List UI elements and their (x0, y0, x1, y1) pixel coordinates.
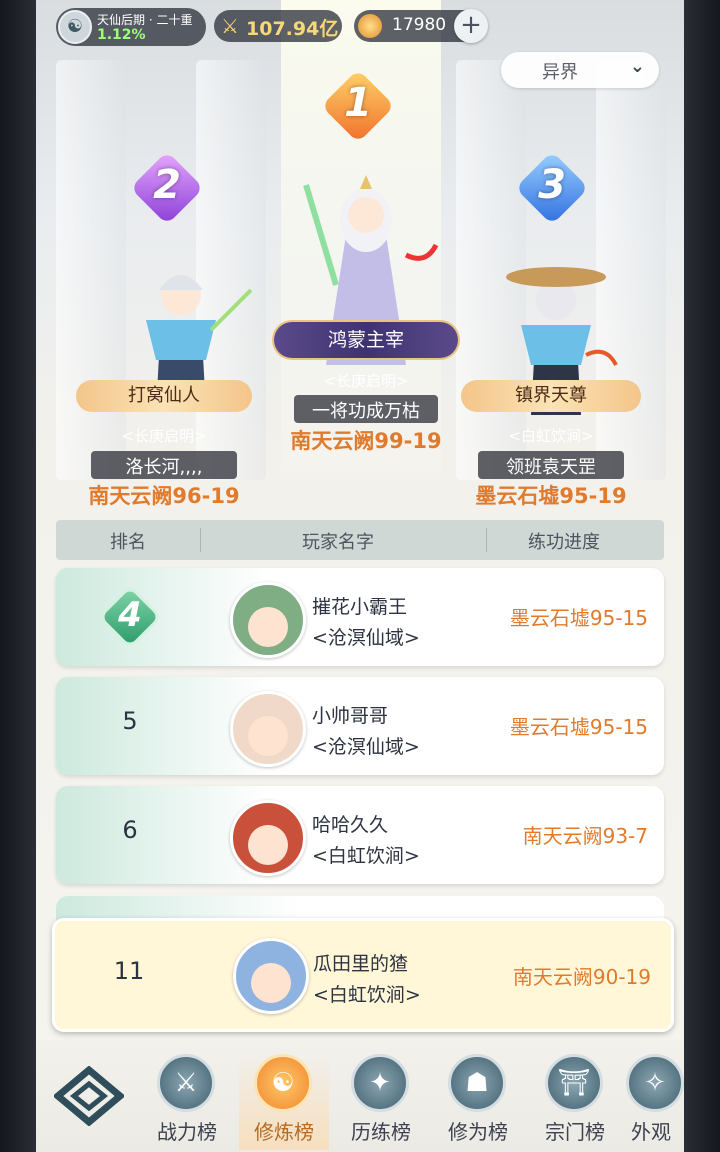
table-header: 排名 玩家名字 练功进度 (56, 520, 664, 560)
podium-2-name: 洛长河,,,, (125, 457, 203, 478)
player-progress: 墨云石墟95-15 (509, 606, 648, 630)
player-name: 摧花小霸王 (312, 596, 408, 618)
column-player: 玩家名字 (302, 532, 374, 553)
leaderboard-screen: ☯ 天仙后期 · 二十重 1.12% ⚔ 107.94亿 17980 + 异界 … (36, 0, 684, 1152)
column-rank: 排名 (110, 532, 146, 553)
podium-2-progress: 南天云阙96-19 (88, 484, 240, 508)
yin-yang-icon: ☯ (254, 1054, 312, 1112)
spirit-coin-icon (358, 14, 382, 38)
rank-badge-2: 2 (130, 151, 204, 225)
player-sect: <沧溟仙域> (312, 736, 420, 758)
player-progress: 南天云阙93-7 (522, 824, 648, 848)
crossed-swords-icon: ⚔ (157, 1054, 215, 1112)
combat-power: ⚔ 107.94亿 (214, 10, 342, 42)
currency-value: 17980 (392, 15, 447, 35)
podium-1-name: 一将功成万枯 (312, 401, 420, 422)
my-rank-row[interactable]: 11 瓜田里的猹 <白虹饮涧> 南天云阙90-19 (52, 918, 674, 1032)
tab-realm-ranking[interactable]: ☗ 修为榜 (433, 1054, 523, 1150)
top-bar: ☯ 天仙后期 · 二十重 1.12% ⚔ 107.94亿 17980 + (36, 0, 684, 52)
world-dropdown-label: 异界 (542, 62, 578, 83)
player-name: 瓜田里的猹 (313, 953, 409, 975)
realm-status[interactable]: ☯ 天仙后期 · 二十重 1.12% (56, 8, 206, 46)
world-dropdown[interactable]: 异界 ⌄ (501, 52, 659, 88)
podium-1-sect: <长庚启明> (323, 372, 409, 390)
rank-badge-1: 1 (321, 69, 395, 143)
chevron-down-icon: ⌄ (629, 56, 645, 77)
gate-icon: ⛩ (545, 1054, 603, 1112)
table-row[interactable]: 4 摧花小霸王 <沧溟仙域> 墨云石墟95-15 (56, 568, 664, 666)
player-sect: <沧溟仙域> (312, 627, 420, 649)
podium-1-title: 鸿蒙主宰 (274, 322, 458, 358)
add-currency-button[interactable]: + (454, 9, 488, 43)
rank-number: 5 (122, 707, 138, 735)
podium-2-title: 打窝仙人 (76, 380, 252, 412)
sage-hat-icon: ☗ (448, 1054, 506, 1112)
player-name: 哈哈久久 (312, 814, 389, 836)
avatar[interactable] (230, 691, 306, 767)
table-row[interactable]: 6 哈哈久久 <白虹饮涧> 南天云阙93-7 (56, 786, 664, 884)
table-row[interactable]: 5 小帅哥哥 <沧溟仙域> 墨云石墟95-15 (56, 677, 664, 775)
tab-training-ranking[interactable]: ✦ 历练榜 (336, 1054, 426, 1150)
rank-badge-4: 4 (100, 587, 160, 647)
player-sect: <白虹饮涧> (313, 984, 421, 1006)
podium-2-sect: <长庚启明> (121, 427, 207, 445)
realm-percent: 1.12% (97, 27, 146, 43)
tab-sect-ranking[interactable]: ⛩ 宗门榜 (530, 1054, 620, 1150)
avatar[interactable] (230, 800, 306, 876)
column-progress: 练功进度 (528, 532, 600, 553)
rank-number: 11 (113, 957, 145, 985)
diamond-logo-icon[interactable] (52, 1065, 126, 1127)
rank-number: 6 (122, 816, 138, 844)
rank-badge-3: 3 (515, 151, 589, 225)
player-progress: 墨云石墟95-15 (509, 715, 648, 739)
player-name: 小帅哥哥 (312, 705, 389, 727)
player-avatar-icon: ☯ (58, 10, 92, 44)
tab-appearance-ranking[interactable]: ✧ 外观 (621, 1054, 684, 1150)
crossed-swords-icon: ⚔ (221, 14, 239, 38)
left-frame (0, 0, 36, 1152)
realm-name: 天仙后期 · 二十重 (97, 13, 193, 27)
robe-icon: ✧ (626, 1054, 684, 1112)
currency: 17980 + (354, 9, 488, 43)
right-frame (684, 0, 720, 1152)
podium-3-name: 领班袁天罡 (506, 457, 596, 478)
podium-3-progress: 墨云石墟95-19 (475, 484, 627, 508)
podium-3-title: 镇界天尊 (461, 380, 641, 412)
bottom-nav: ⚔ 战力榜 ☯ 修炼榜 ✦ 历练榜 ☗ 修为榜 ⛩ 宗门榜 ✧ 外观 (36, 1040, 684, 1152)
avatar[interactable] (233, 938, 309, 1014)
player-progress: 南天云阙90-19 (512, 965, 651, 989)
compass-star-icon: ✦ (351, 1054, 409, 1112)
combat-power-value: 107.94亿 (246, 18, 339, 40)
podium-3-sect: <白虹饮涧> (508, 427, 594, 445)
avatar[interactable] (230, 582, 306, 658)
player-sect: <白虹饮涧> (312, 845, 420, 867)
podium-1-progress: 南天云阙99-19 (290, 429, 442, 453)
tab-cultivation-ranking[interactable]: ☯ 修炼榜 (239, 1054, 329, 1150)
tab-power-ranking[interactable]: ⚔ 战力榜 (142, 1054, 232, 1150)
